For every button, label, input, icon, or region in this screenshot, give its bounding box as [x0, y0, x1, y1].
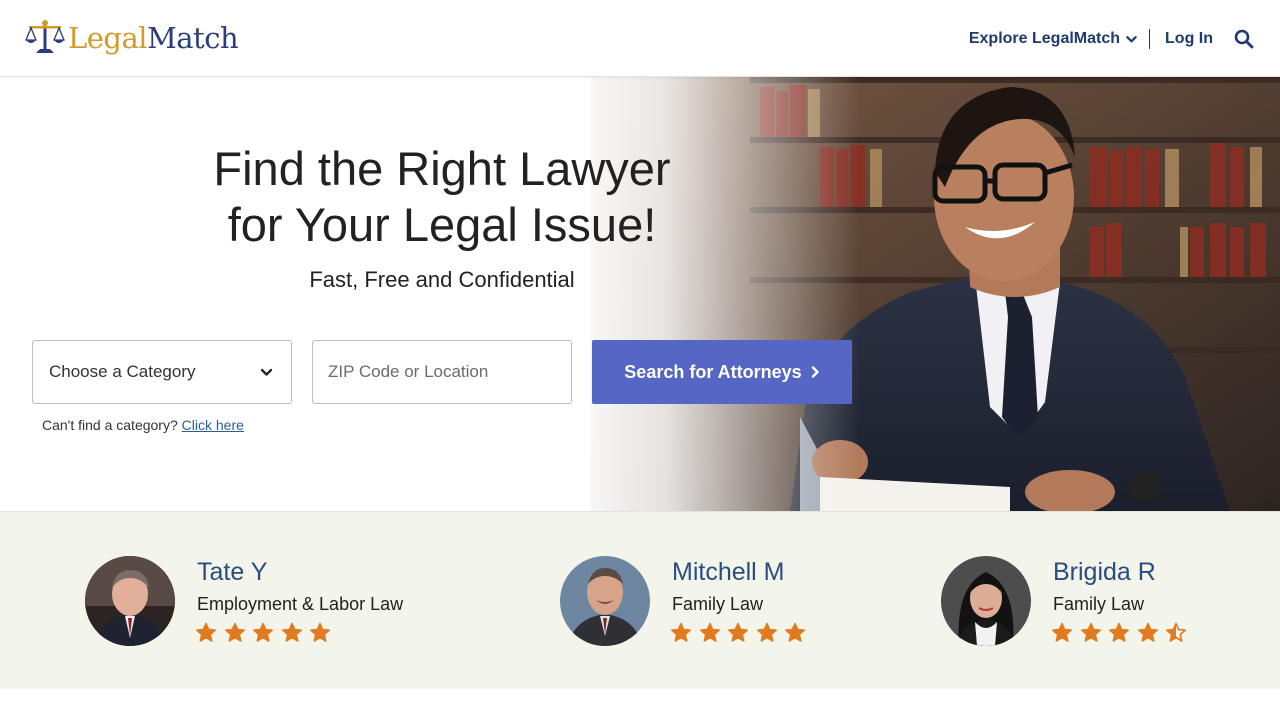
- category-select-value: Choose a Category: [49, 362, 196, 381]
- cant-find-category: Can't find a category? Click here: [42, 417, 244, 433]
- explore-label: Explore LegalMatch: [968, 30, 1121, 47]
- star-icon: [1109, 622, 1129, 642]
- logo-wordmark: LegalMatch: [68, 20, 239, 55]
- review-practice: Family Law: [1053, 594, 1145, 614]
- review-name: Tate Y: [197, 558, 268, 586]
- logo-legal-text: Legal: [68, 20, 148, 55]
- login-link[interactable]: Log In: [1165, 30, 1213, 48]
- star-icon: [196, 622, 216, 642]
- search-icon[interactable]: [1234, 29, 1254, 49]
- rating-stars: [1051, 622, 1194, 644]
- logo-match-text: Match: [147, 20, 239, 55]
- review-name: Brigida R: [1053, 558, 1156, 586]
- review-card[interactable]: Brigida R Family Law: [941, 556, 1241, 648]
- chevron-right-icon: [811, 366, 819, 378]
- star-icon: [281, 622, 302, 642]
- hero-title: Find the Right Lawyer for Your Legal Issu…: [142, 141, 742, 253]
- star-icon: [785, 622, 805, 642]
- star-icon: [1137, 622, 1158, 642]
- rating-stars: [195, 622, 338, 644]
- hero-title-line2: for Your Legal Issue!: [227, 198, 657, 251]
- nav-divider: [1149, 29, 1151, 49]
- star-icon: [756, 622, 777, 642]
- chevron-down-icon: [1126, 35, 1137, 42]
- search-attorneys-button[interactable]: Search for Attorneys: [592, 340, 852, 404]
- star-icon: [1080, 622, 1101, 642]
- half-star-icon: [1166, 622, 1186, 642]
- star-icon: [699, 622, 720, 642]
- review-card[interactable]: Tate Y Employment & Labor Law: [85, 556, 465, 648]
- site-header: LegalMatch Explore LegalMatch Log In: [0, 0, 1280, 77]
- cant-find-text: Can't find a category?: [42, 417, 178, 433]
- chevron-down-icon: [260, 368, 273, 376]
- review-practice: Employment & Labor Law: [197, 594, 404, 614]
- star-icon: [310, 622, 330, 642]
- top-nav: Explore LegalMatch Log In: [969, 26, 1254, 52]
- rating-stars: [670, 622, 813, 644]
- search-button-label: Search for Attorneys: [624, 361, 802, 382]
- avatar: [85, 556, 175, 646]
- explore-menu[interactable]: Explore LegalMatch: [969, 30, 1137, 48]
- attorney-reviews: Tate Y Employment & Labor Law Mitchell M…: [0, 511, 1280, 687]
- review-name: Mitchell M: [672, 558, 785, 586]
- category-select[interactable]: Choose a Category: [32, 340, 292, 404]
- cant-find-link[interactable]: Click here: [182, 417, 244, 433]
- star-icon: [224, 622, 245, 642]
- hero-section: Find the Right Lawyer for Your Legal Issu…: [0, 77, 1280, 511]
- scales-icon: [25, 20, 65, 53]
- star-icon: [671, 622, 691, 642]
- review-practice: Family Law: [672, 594, 764, 614]
- star-icon: [1052, 622, 1072, 642]
- hero-title-line1: Find the Right Lawyer: [213, 142, 671, 195]
- avatar: [941, 556, 1031, 646]
- legalmatch-logo[interactable]: LegalMatch: [25, 18, 239, 58]
- star-icon: [728, 622, 748, 642]
- hero-subtitle: Fast, Free and Confidential: [309, 267, 575, 292]
- star-icon: [253, 622, 273, 642]
- location-input[interactable]: [312, 340, 572, 404]
- review-card[interactable]: Mitchell M Family Law: [560, 556, 860, 648]
- avatar: [560, 556, 650, 646]
